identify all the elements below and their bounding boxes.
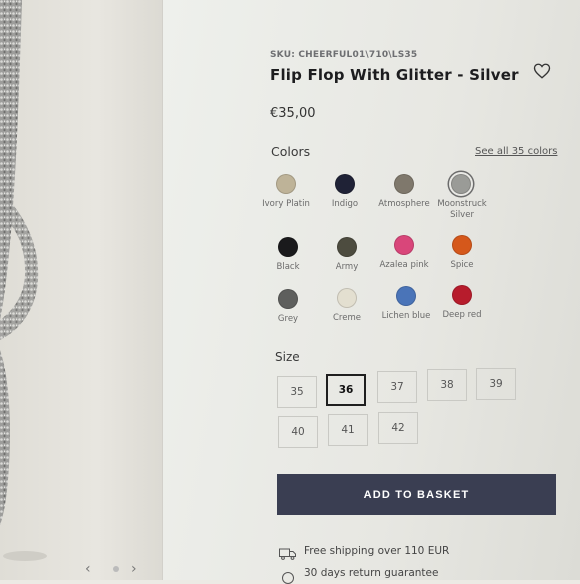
swatch-circle [278, 289, 298, 309]
color-swatch-moonstruck-silver[interactable]: Moonstruck Silver [426, 174, 496, 221]
size-option-40[interactable]: 40 [278, 416, 318, 448]
truck-icon [279, 548, 296, 560]
swatch-circle [278, 237, 298, 257]
size-option-39[interactable]: 39 [476, 368, 516, 400]
swatch-circle [394, 235, 414, 255]
swatch-circle [337, 288, 357, 308]
product-sku: SKU: CHEERFUL01\710\LS35 [270, 50, 418, 60]
swatch-circle [452, 285, 472, 305]
gallery-dot[interactable] [113, 566, 119, 572]
swatch-circle [452, 235, 472, 255]
size-option-38[interactable]: 38 [427, 369, 467, 401]
size-option-42[interactable]: 42 [378, 412, 418, 444]
swatch-label: Deep red [442, 310, 482, 320]
size-option-37[interactable]: 37 [377, 371, 417, 403]
size-option-36[interactable]: 36 [326, 374, 366, 406]
size-heading: Size [275, 350, 300, 364]
swatch-circle-selected [451, 174, 471, 194]
color-swatch-deep-red[interactable]: Deep red [427, 285, 497, 321]
swatch-circle [396, 286, 416, 306]
free-shipping-text: Free shipping over 110 EUR [304, 545, 450, 557]
return-guarantee-text: 30 days return guarantee [304, 567, 439, 579]
swatch-circle [335, 174, 355, 194]
swatch-label: Spice [450, 260, 474, 270]
return-icon [282, 572, 294, 584]
colors-heading: Colors [271, 144, 311, 159]
swatch-circle [276, 174, 296, 194]
gallery-prev-icon[interactable]: ‹ [85, 561, 91, 577]
product-price: €35,00 [270, 106, 316, 121]
size-option-35[interactable]: 35 [277, 376, 317, 408]
swatch-circle [394, 174, 414, 194]
swatch-circle [337, 237, 357, 257]
gallery-next-icon[interactable]: › [131, 561, 137, 577]
size-option-41[interactable]: 41 [328, 414, 368, 446]
swatch-label: Moonstruck Silver [437, 199, 487, 220]
product-title: Flip Flop With Glitter - Silver [270, 66, 519, 84]
color-swatch-spice[interactable]: Spice [427, 235, 497, 271]
product-image[interactable]: ‹ › [0, 0, 162, 580]
heart-icon[interactable] [533, 62, 551, 80]
flip-flop-image [0, 0, 47, 561]
add-to-basket-button[interactable]: ADD TO BASKET [277, 474, 556, 515]
see-all-colors-link[interactable]: See all 35 colors [475, 146, 557, 157]
